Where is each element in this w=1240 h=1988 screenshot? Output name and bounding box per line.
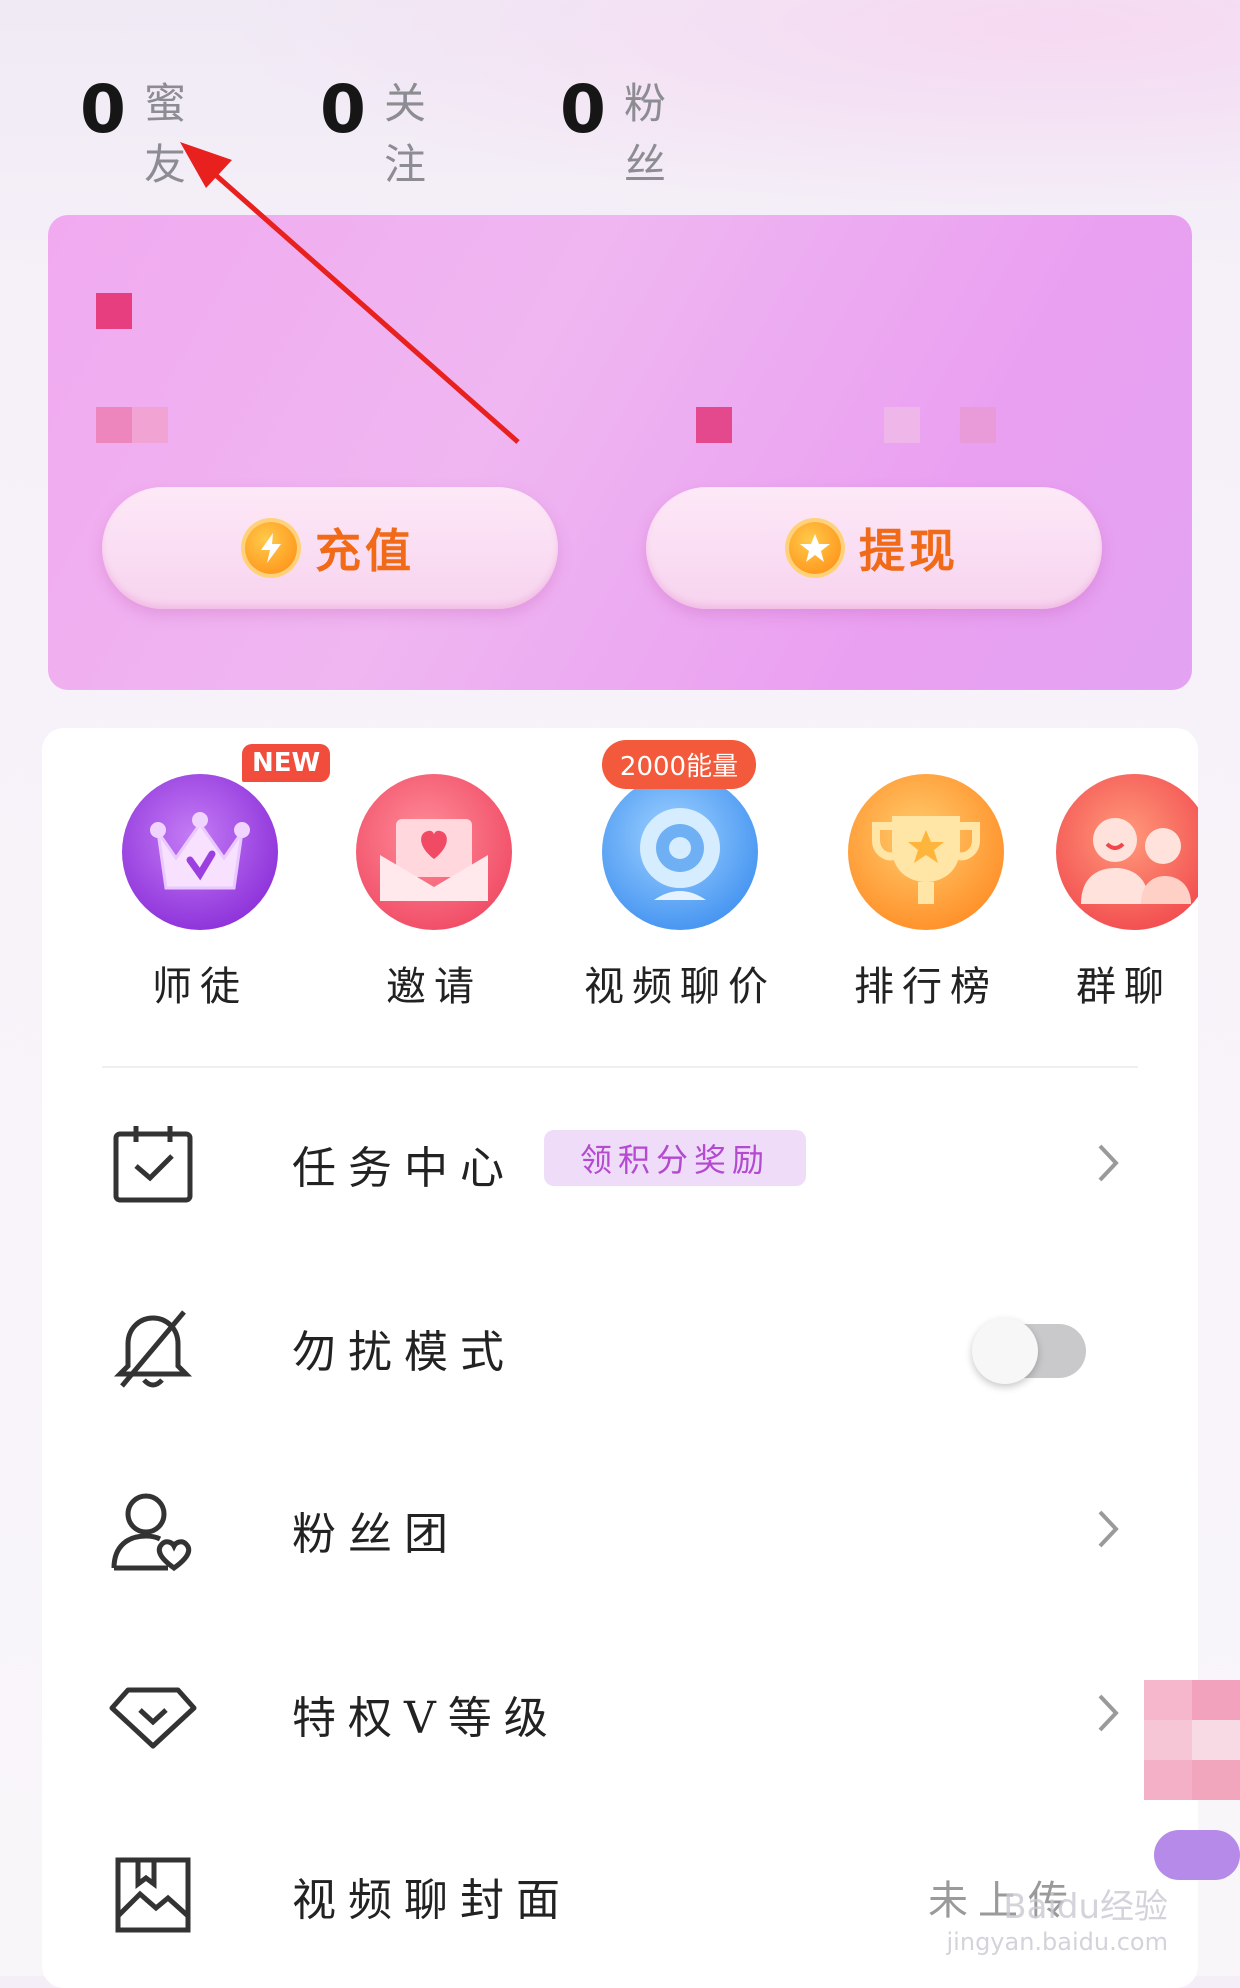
new-badge: NEW <box>242 744 331 782</box>
image-icon <box>115 1857 191 1933</box>
recharge-label: 充值 <box>315 524 415 578</box>
main-menu-card: NEW 师徒 邀请 2000能量 视频聊价 排行榜 群聊 任务中心 领积分奖励 … <box>42 728 1198 1988</box>
quick-action-invite-label: 邀请 <box>386 964 482 1010</box>
chevron-right-icon <box>1098 1510 1119 1548</box>
watermark: Baidu经验 jingyan.baidu.com <box>947 1879 1168 1956</box>
menu-item-vip-level-label: 特权V等级 <box>292 1693 560 1744</box>
energy-badge: 2000能量 <box>602 740 756 789</box>
group-chat-icon <box>1056 774 1198 930</box>
menu-item-task-center[interactable]: 任务中心 领积分奖励 <box>42 1088 1198 1238</box>
quick-action-group-chat[interactable]: 群聊 <box>1056 774 1198 1012</box>
quick-action-mentor[interactable]: NEW 师徒 <box>100 744 331 1012</box>
fan-club-icon <box>111 1493 192 1572</box>
crown-icon: NEW <box>122 744 331 930</box>
withdraw-label: 提现 <box>859 524 959 578</box>
quick-action-ranking[interactable]: 排行榜 <box>826 774 1026 1012</box>
floating-widget[interactable] <box>1144 1680 1240 1900</box>
recharge-button[interactable]: 充值 <box>102 487 558 609</box>
invite-envelope-icon <box>356 774 512 930</box>
quick-action-group-chat-label: 群聊 <box>1076 964 1172 1010</box>
section-divider <box>102 1066 1138 1068</box>
withdraw-button[interactable]: 提现 <box>646 487 1102 609</box>
do-not-disturb-toggle[interactable] <box>972 1318 1086 1384</box>
watermark-url: jingyan.baidu.com <box>946 1928 1168 1956</box>
quick-action-video-price-label: 视频聊价 <box>584 964 776 1010</box>
lightning-icon <box>245 522 297 574</box>
menu-item-vip-level[interactable]: 特权V等级 <box>42 1638 1198 1788</box>
menu-item-task-center-label: 任务中心 <box>292 1143 516 1194</box>
diamond-heart-icon <box>109 1687 197 1749</box>
menu-item-fan-club[interactable]: 粉丝团 <box>42 1454 1198 1604</box>
star-coin-icon <box>789 522 841 574</box>
webcam-icon: 2000能量 <box>602 740 758 930</box>
chevron-right-icon <box>1098 1694 1119 1732</box>
menu-item-fan-club-label: 粉丝团 <box>292 1509 460 1560</box>
quick-actions: NEW 师徒 邀请 2000能量 视频聊价 排行榜 群聊 <box>42 728 1198 1028</box>
menu-item-do-not-disturb: 勿扰模式 <box>42 1272 1198 1422</box>
calendar-check-icon <box>113 1126 193 1203</box>
quick-action-video-price[interactable]: 2000能量 视频聊价 <box>580 740 780 1012</box>
points-reward-tag: 领积分奖励 <box>544 1130 806 1186</box>
quick-action-invite[interactable]: 邀请 <box>334 774 534 1012</box>
trophy-icon <box>848 774 1004 930</box>
annotation-arrow <box>180 142 520 444</box>
toggle-knob <box>972 1318 1038 1384</box>
menu-item-do-not-disturb-label: 勿扰模式 <box>292 1327 516 1378</box>
quick-action-ranking-label: 排行榜 <box>854 964 998 1010</box>
quick-action-mentor-label: 师徒 <box>152 964 248 1010</box>
chevron-right-icon <box>1098 1144 1119 1182</box>
menu-item-video-cover-label: 视频聊封面 <box>292 1875 572 1926</box>
bell-off-icon <box>113 1310 193 1388</box>
